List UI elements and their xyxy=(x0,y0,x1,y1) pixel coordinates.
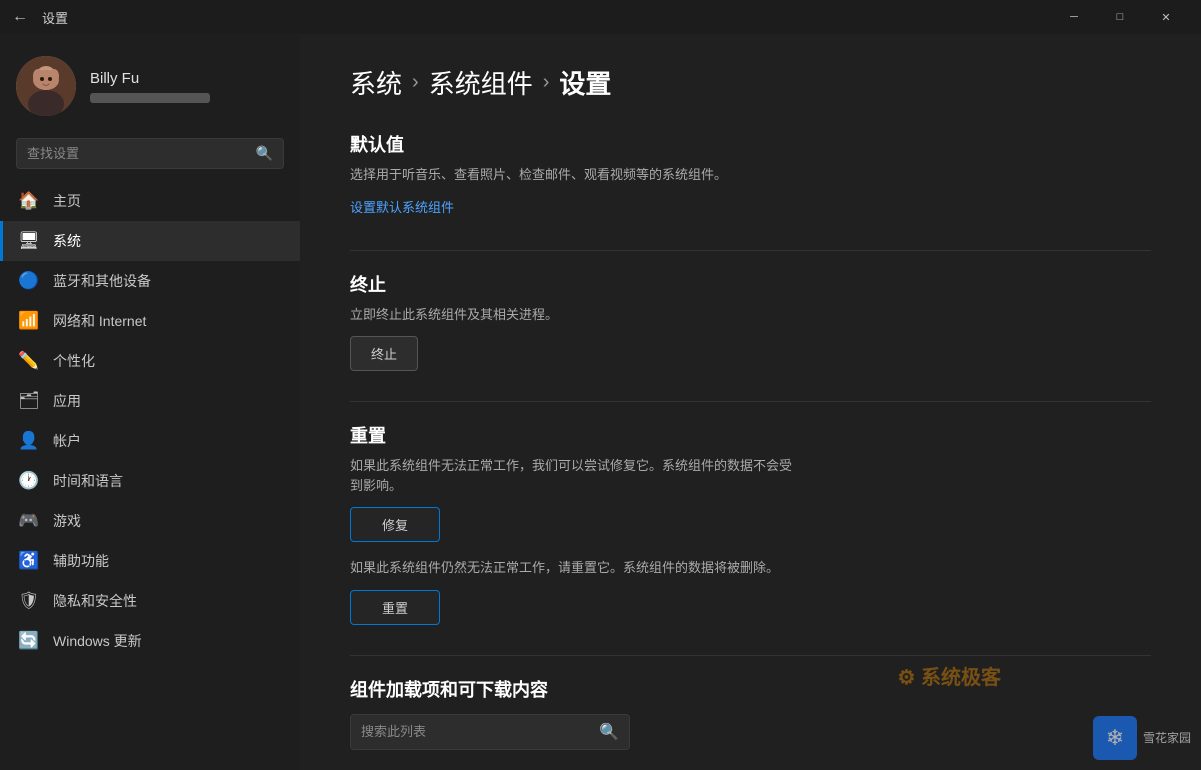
nav-icon-windows_update: 🔄 xyxy=(19,631,39,651)
set-default-link[interactable]: 设置默认系统组件 xyxy=(350,197,454,216)
titlebar-title: 设置 xyxy=(42,8,68,27)
user-account-bar xyxy=(90,93,210,103)
nav-icon-personalization: ✏️ xyxy=(19,351,39,371)
sidebar-item-time[interactable]: 🕐 时间和语言 xyxy=(0,461,300,501)
sidebar: Billy Fu 🔍 🏠 主页 🖥 系统 🔵 蓝牙和其他设备 📶 网络和 Internet ✏️… xyxy=(0,34,300,770)
sidebar-item-network[interactable]: 📶 网络和 Internet xyxy=(0,301,300,341)
nav-icon-system: 🖥 xyxy=(19,231,39,251)
minimize-button[interactable]: ─ xyxy=(1051,0,1097,34)
breadcrumb: 系统 › 系统组件 › 设置 xyxy=(350,64,1151,101)
divider-1 xyxy=(350,250,1151,251)
nav-icon-gaming: 🎮 xyxy=(19,511,39,531)
nav-icon-home: 🏠 xyxy=(19,191,39,211)
app-body: Billy Fu 🔍 🏠 主页 🖥 系统 🔵 蓝牙和其他设备 📶 网络和 Internet ✏️… xyxy=(0,34,1201,770)
user-profile[interactable]: Billy Fu xyxy=(0,34,300,134)
content-area: 系统 › 系统组件 › 设置 默认值 选择用于听音乐、查看照片、检查邮件、观看视… xyxy=(300,34,1201,770)
nav-icon-time: 🕐 xyxy=(19,471,39,491)
nav-label-accounts: 帐户 xyxy=(53,431,81,451)
sidebar-item-bluetooth[interactable]: 🔵 蓝牙和其他设备 xyxy=(0,261,300,301)
back-button[interactable]: ← xyxy=(12,8,28,26)
section-default: 默认值 选择用于听音乐、查看照片、检查邮件、观看视频等的系统组件。 设置默认系统… xyxy=(350,131,1151,220)
sidebar-item-accessibility[interactable]: ♿ 辅助功能 xyxy=(0,541,300,581)
repair-button[interactable]: 修复 xyxy=(350,507,440,542)
addon-search-icon: 🔍 xyxy=(599,722,619,742)
avatar xyxy=(16,56,76,116)
breadcrumb-sep1: › xyxy=(412,71,419,94)
nav-label-accessibility: 辅助功能 xyxy=(53,551,109,571)
section-terminate-desc: 立即终止此系统组件及其相关进程。 xyxy=(350,305,800,325)
reset-button[interactable]: 重置 xyxy=(350,590,440,625)
breadcrumb-current: 设置 xyxy=(559,64,611,101)
sidebar-item-personalization[interactable]: ✏️ 个性化 xyxy=(0,341,300,381)
user-name: Billy Fu xyxy=(90,70,284,87)
sidebar-item-gaming[interactable]: 🎮 游戏 xyxy=(0,501,300,541)
nav-label-network: 网络和 Internet xyxy=(53,311,146,331)
titlebar-controls: ─ □ ✕ xyxy=(1051,0,1189,34)
nav-label-windows_update: Windows 更新 xyxy=(53,631,142,651)
user-info: Billy Fu xyxy=(90,70,284,103)
section-reset: 重置 如果此系统组件无法正常工作，我们可以尝试修复它。系统组件的数据不会受到影响… xyxy=(350,422,1151,625)
nav-label-time: 时间和语言 xyxy=(53,471,123,491)
titlebar-left: ← 设置 xyxy=(12,8,68,27)
section-addons-title: 组件加载项和可下载内容 xyxy=(350,676,1151,702)
nav-label-gaming: 游戏 xyxy=(53,511,81,531)
sidebar-item-apps[interactable]: 🗂 应用 xyxy=(0,381,300,421)
sidebar-item-home[interactable]: 🏠 主页 xyxy=(0,181,300,221)
nav-label-system: 系统 xyxy=(53,231,81,251)
nav-label-personalization: 个性化 xyxy=(53,351,95,371)
sidebar-item-accounts[interactable]: 👤 帐户 xyxy=(0,421,300,461)
breadcrumb-part1: 系统 xyxy=(350,64,402,101)
section-default-title: 默认值 xyxy=(350,131,1151,157)
search-box[interactable]: 🔍 xyxy=(16,138,284,169)
nav-label-bluetooth: 蓝牙和其他设备 xyxy=(53,271,151,291)
section-terminate-title: 终止 xyxy=(350,271,1151,297)
search-input[interactable] xyxy=(27,146,256,161)
addon-search-box[interactable]: 🔍 xyxy=(350,714,630,750)
nav-container: 🏠 主页 🖥 系统 🔵 蓝牙和其他设备 📶 网络和 Internet ✏️ 个性化 🗂 应用 👤 帐户 🕐 时… xyxy=(0,181,300,661)
nav-icon-accounts: 👤 xyxy=(19,431,39,451)
breadcrumb-part2: 系统组件 xyxy=(429,64,533,101)
nav-label-home: 主页 xyxy=(53,191,81,211)
sidebar-item-privacy[interactable]: 🛡 隐私和安全性 xyxy=(0,581,300,621)
sidebar-item-system[interactable]: 🖥 系统 xyxy=(0,221,300,261)
search-icon: 🔍 xyxy=(256,145,273,162)
nav-label-privacy: 隐私和安全性 xyxy=(53,591,137,611)
addon-search-input[interactable] xyxy=(361,724,599,739)
section-addons: 组件加载项和可下载内容 🔍 xyxy=(350,676,1151,750)
section-reset-desc1: 如果此系统组件无法正常工作，我们可以尝试修复它。系统组件的数据不会受到影响。 xyxy=(350,456,800,495)
section-terminate: 终止 立即终止此系统组件及其相关进程。 终止 xyxy=(350,271,1151,372)
section-reset-title: 重置 xyxy=(350,422,1151,448)
nav-icon-bluetooth: 🔵 xyxy=(19,271,39,291)
breadcrumb-sep2: › xyxy=(543,71,550,94)
divider-3 xyxy=(350,655,1151,656)
maximize-button[interactable]: □ xyxy=(1097,0,1143,34)
nav-icon-network: 📶 xyxy=(19,311,39,331)
nav-icon-apps: 🗂 xyxy=(19,391,39,411)
sidebar-item-windows_update[interactable]: 🔄 Windows 更新 xyxy=(0,621,300,661)
section-default-desc: 选择用于听音乐、查看照片、检查邮件、观看视频等的系统组件。 xyxy=(350,165,800,185)
nav-icon-accessibility: ♿ xyxy=(19,551,39,571)
titlebar: ← 设置 ─ □ ✕ xyxy=(0,0,1201,34)
nav-icon-privacy: 🛡 xyxy=(19,591,39,611)
nav-label-apps: 应用 xyxy=(53,391,81,411)
close-button[interactable]: ✕ xyxy=(1143,0,1189,34)
section-reset-desc2: 如果此系统组件仍然无法正常工作，请重置它。系统组件的数据将被删除。 xyxy=(350,558,800,578)
divider-2 xyxy=(350,401,1151,402)
terminate-button[interactable]: 终止 xyxy=(350,336,418,371)
